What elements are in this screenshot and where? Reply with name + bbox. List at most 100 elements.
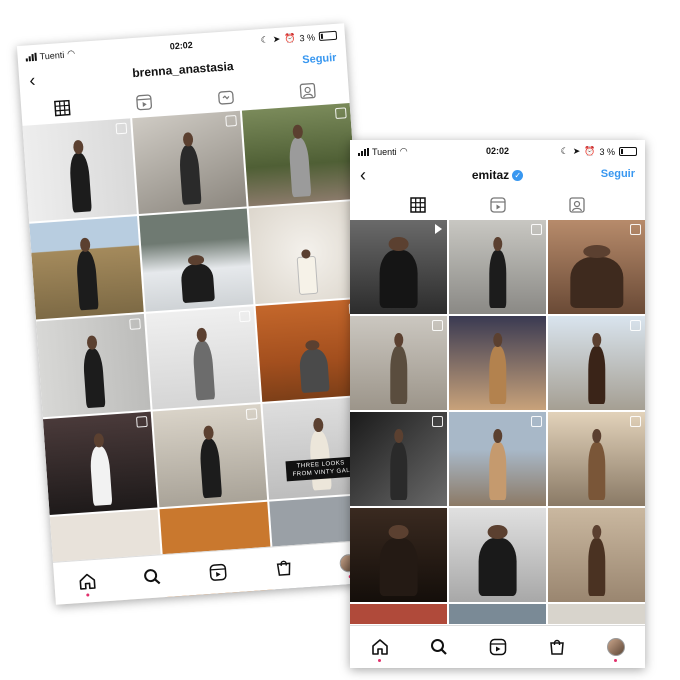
grid-post[interactable] <box>449 508 546 602</box>
person-photo <box>89 445 113 507</box>
username: emitaz <box>471 168 510 182</box>
battery-icon <box>318 30 338 42</box>
grid-post[interactable] <box>548 412 645 506</box>
post-overlay-caption: THREE LOOKS FROM VINTY GAL <box>285 456 357 482</box>
grid-post[interactable] <box>248 200 364 305</box>
grid-post[interactable] <box>132 110 247 215</box>
person-photo <box>180 262 216 304</box>
carousel-icon <box>334 107 347 120</box>
grid-post[interactable] <box>548 604 645 624</box>
grid-post[interactable] <box>241 103 357 207</box>
person-photo <box>587 525 606 597</box>
reels-icon[interactable] <box>205 557 231 589</box>
person-photo <box>587 333 606 405</box>
profile-screen-right: Tuenti ◠ 02:02 ☾ ➤ ⏰ 3 % ‹ emitaz ✓ Segui… <box>350 140 645 668</box>
person-photo <box>178 144 203 206</box>
grid-post[interactable] <box>449 316 546 410</box>
moon-icon: ☾ <box>260 34 270 46</box>
carousel-icon <box>531 416 542 427</box>
grid-post[interactable] <box>152 404 268 508</box>
person-photo <box>68 152 93 213</box>
grid-post[interactable] <box>145 306 261 410</box>
carousel-icon <box>630 320 641 331</box>
profile-avatar[interactable] <box>604 632 628 662</box>
reels-icon[interactable] <box>132 91 155 114</box>
search-icon[interactable] <box>427 632 451 662</box>
bottom-nav <box>350 625 645 668</box>
photo-grid: THREE LOOKS FROM VINTY GAL <box>22 103 384 605</box>
person-photo <box>75 249 100 311</box>
alarm-icon: ⏰ <box>584 146 596 156</box>
profile-tabs <box>350 192 645 218</box>
photo-grid <box>350 220 645 624</box>
carousel-icon <box>531 224 542 235</box>
grid-post[interactable] <box>548 508 645 602</box>
notification-dot <box>86 593 90 597</box>
person-photo <box>569 245 624 309</box>
video-icon <box>435 224 442 234</box>
couple-photo <box>379 525 418 597</box>
grid-post[interactable] <box>449 220 546 314</box>
igtv-icon[interactable] <box>214 85 237 108</box>
person-photo <box>298 348 330 394</box>
reels-icon[interactable] <box>486 632 510 662</box>
alarm-icon: ⏰ <box>283 32 296 44</box>
reels-icon[interactable] <box>487 194 509 216</box>
follow-button[interactable]: Seguir <box>302 52 337 66</box>
notification-dot <box>378 659 381 662</box>
location-icon: ➤ <box>272 33 281 45</box>
battery-icon <box>619 147 637 156</box>
person-photo <box>478 525 517 597</box>
profile-header: ‹ emitaz ✓ Seguir <box>350 162 645 190</box>
grid-post[interactable] <box>548 220 645 314</box>
grid-post[interactable] <box>36 313 151 418</box>
carousel-icon <box>136 415 148 428</box>
location-icon: ➤ <box>572 146 581 156</box>
person-photo <box>587 429 606 501</box>
search-icon[interactable] <box>140 561 166 593</box>
moon-icon: ☾ <box>560 146 569 156</box>
tagged-icon[interactable] <box>566 194 588 216</box>
tagged-icon[interactable] <box>296 79 319 102</box>
carousel-icon <box>129 318 141 330</box>
home-icon[interactable] <box>74 566 100 598</box>
perfume-bottle <box>296 255 319 296</box>
person-photo <box>192 339 216 401</box>
grid-post[interactable] <box>350 412 447 506</box>
follow-button[interactable]: Seguir <box>601 168 635 180</box>
person-photo <box>488 237 507 309</box>
grid-post[interactable] <box>42 411 158 515</box>
grid-post[interactable] <box>22 118 137 222</box>
grid-post[interactable] <box>29 216 144 320</box>
person-photo <box>488 429 507 501</box>
shop-icon[interactable] <box>545 632 569 662</box>
grid-post[interactable] <box>350 316 447 410</box>
home-icon[interactable] <box>368 632 392 662</box>
carousel-icon <box>225 114 237 127</box>
grid-post[interactable] <box>350 220 447 314</box>
grid-icon[interactable] <box>407 194 429 216</box>
carousel-icon <box>630 224 641 235</box>
carousel-icon <box>115 122 128 135</box>
battery-percent: 3 % <box>299 31 316 43</box>
status-bar: Tuenti ◠ 02:02 ☾ ➤ ⏰ 3 % <box>350 140 645 162</box>
carousel-icon <box>238 310 251 323</box>
grid-post[interactable] <box>350 508 447 602</box>
grid-post[interactable] <box>139 208 254 312</box>
carousel-icon <box>245 408 258 421</box>
grid-post[interactable] <box>548 316 645 410</box>
grid-post[interactable] <box>449 604 546 624</box>
grid-post[interactable] <box>449 412 546 506</box>
notification-dot <box>614 659 617 662</box>
battery-percent: 3 % <box>599 146 615 157</box>
profile-screen-left: Tuenti ◠ 02:02 ☾ ➤ ⏰ 3 % ‹ brenna_anasta… <box>16 23 384 605</box>
grid-icon[interactable] <box>51 96 74 119</box>
couple-photo <box>379 237 418 309</box>
shop-icon[interactable] <box>270 552 296 584</box>
grid-post[interactable] <box>350 604 447 624</box>
carousel-icon <box>432 320 443 331</box>
person-photo <box>82 347 106 409</box>
verified-badge-icon: ✓ <box>512 170 524 182</box>
person-photo <box>199 437 223 499</box>
person-photo <box>389 333 408 405</box>
